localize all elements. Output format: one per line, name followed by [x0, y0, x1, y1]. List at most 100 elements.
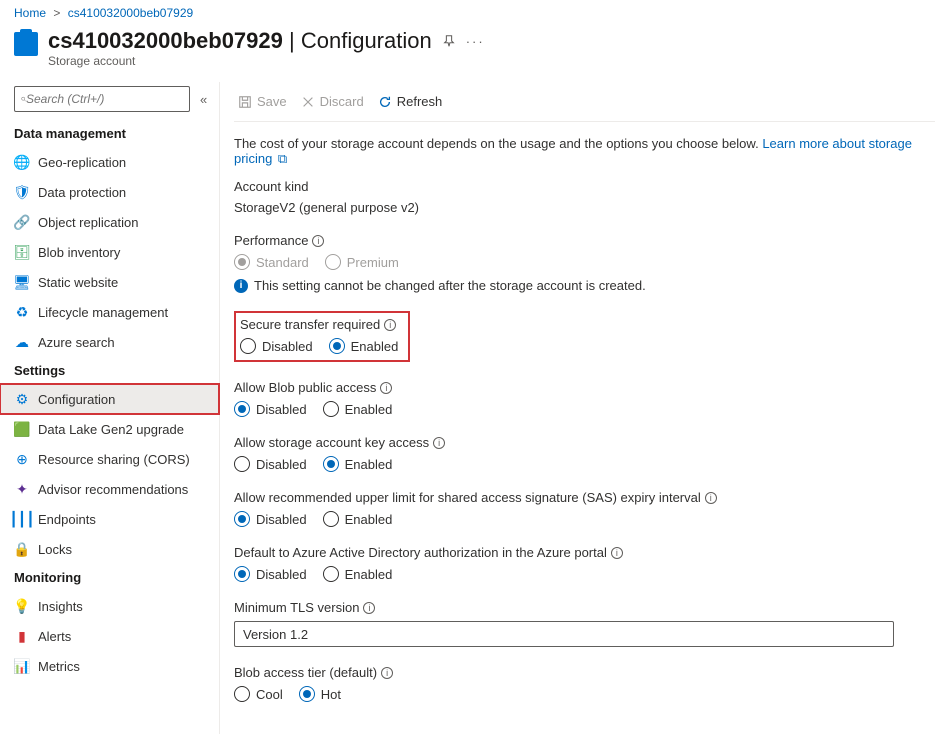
radio-performance-standard: Standard	[234, 254, 309, 270]
sidebar-item-label: Azure search	[38, 335, 115, 350]
radio-aad-enabled[interactable]: Enabled	[323, 566, 393, 582]
blob-public-access-label: Allow Blob public accessi	[234, 380, 925, 395]
save-icon	[238, 95, 252, 109]
sidebar-item-lifecycle-management[interactable]: ♻ Lifecycle management	[0, 297, 219, 327]
external-link-icon: ⧉	[278, 151, 287, 167]
sidebar-item-geo-replication[interactable]: 🌐Geo-replication	[0, 147, 219, 177]
alerts-icon: ▮	[14, 628, 30, 644]
sidebar-item-data-lake-gen2-upgrade[interactable]: 🟩 Data Lake Gen2 upgrade	[0, 414, 219, 444]
info-icon[interactable]: i	[384, 319, 396, 331]
radio-key-access-disabled[interactable]: Disabled	[234, 456, 307, 472]
discard-button[interactable]: Discard	[297, 94, 368, 109]
radio-blob-public-enabled[interactable]: Enabled	[323, 401, 393, 417]
shield-icon: 🛡	[14, 184, 30, 200]
radio-sas-enabled[interactable]: Enabled	[323, 511, 393, 527]
sidebar-item-alerts[interactable]: ▮ Alerts	[0, 621, 219, 651]
pin-icon[interactable]	[442, 34, 456, 51]
endpoints-icon: ┃┃┃	[14, 511, 30, 527]
replicate-icon: 🔗	[14, 214, 30, 230]
sidebar-item-configuration[interactable]: ⚙Configuration	[0, 384, 219, 414]
sidebar-item-endpoints[interactable]: ┃┃┃ Endpoints	[0, 504, 219, 534]
discard-icon	[301, 95, 315, 109]
info-badge-icon: i	[234, 279, 248, 293]
radio-tier-hot[interactable]: Hot	[299, 686, 341, 702]
sidebar-item-label: Alerts	[38, 629, 71, 644]
tls-version-select[interactable]: Version 1.2	[234, 621, 894, 647]
sidebar-item-locks[interactable]: 🔒Locks	[0, 534, 219, 564]
sidebar-item-advisor-recommendations[interactable]: ✦ Advisor recommendations	[0, 474, 219, 504]
sidebar-item-static-website[interactable]: 🖥Static website	[0, 267, 219, 297]
sidebar-item-blob-inventory[interactable]: 🗄 Blob inventory	[0, 237, 219, 267]
more-icon[interactable]: ···	[466, 34, 485, 51]
info-icon[interactable]: i	[611, 547, 623, 559]
breadcrumb: Home > cs410032000beb07929	[0, 0, 935, 24]
toolbar: Save Discard Refresh	[234, 82, 935, 122]
sidebar-item-azure-search[interactable]: ☁ Azure search	[0, 327, 219, 357]
sidebar-item-label: Resource sharing (CORS)	[38, 452, 190, 467]
sidebar-item-label: Data protection	[38, 185, 126, 200]
sas-expiry-label: Allow recommended upper limit for shared…	[234, 490, 925, 505]
globe-icon: 🌐	[14, 154, 30, 170]
radio-tier-cool[interactable]: Cool	[234, 686, 283, 702]
sidebar-item-insights[interactable]: 💡 Insights	[0, 591, 219, 621]
secure-transfer-label: Secure transfer requiredi	[240, 317, 398, 332]
sidebar-group-title: Data management	[0, 120, 219, 147]
inventory-icon: 🗄	[14, 244, 30, 260]
radio-secure-transfer-disabled[interactable]: Disabled	[240, 338, 313, 354]
lock-icon: 🔒	[14, 541, 30, 557]
info-icon[interactable]: i	[705, 492, 717, 504]
radio-aad-disabled[interactable]: Disabled	[234, 566, 307, 582]
metrics-icon: 📊	[14, 658, 30, 674]
page-title: cs410032000beb07929 | Configuration	[48, 28, 432, 53]
insights-icon: 💡	[14, 598, 30, 614]
cloud-icon: ☁	[14, 334, 30, 350]
radio-secure-transfer-enabled[interactable]: Enabled	[329, 338, 399, 354]
sidebar-item-object-replication[interactable]: 🔗 Object replication	[0, 207, 219, 237]
radio-performance-premium: Premium	[325, 254, 399, 270]
secure-transfer-highlight: Secure transfer requiredi Disabled Enabl…	[234, 311, 410, 362]
sidebar-group-title: Settings	[0, 357, 219, 384]
info-icon[interactable]: i	[363, 602, 375, 614]
sidebar-item-label: Lifecycle management	[38, 305, 168, 320]
performance-note: iThis setting cannot be changed after th…	[234, 278, 925, 293]
info-icon[interactable]: i	[433, 437, 445, 449]
sidebar-item-metrics[interactable]: 📊 Metrics	[0, 651, 219, 681]
key-access-label: Allow storage account key accessi	[234, 435, 925, 450]
radio-blob-public-disabled[interactable]: Disabled	[234, 401, 307, 417]
sidebar-group-title: Monitoring	[0, 564, 219, 591]
sidebar-item-data-protection[interactable]: 🛡 Data protection	[0, 177, 219, 207]
performance-label: Performancei	[234, 233, 925, 248]
resource-type-label: Storage account	[48, 54, 432, 68]
sidebar-item-label: Endpoints	[38, 512, 96, 527]
refresh-button[interactable]: Refresh	[374, 94, 447, 109]
cors-icon: ⊕	[14, 451, 30, 467]
search-input[interactable]	[26, 92, 183, 106]
advisor-icon: ✦	[14, 481, 30, 497]
breadcrumb-resource[interactable]: cs410032000beb07929	[68, 6, 193, 20]
sidebar-item-label: Advisor recommendations	[38, 482, 188, 497]
sidebar-item-label: Insights	[38, 599, 83, 614]
lake-icon: 🟩	[14, 421, 30, 437]
sidebar-item-label: Blob inventory	[38, 245, 120, 260]
sidebar-item-label: Metrics	[38, 659, 80, 674]
sidebar: « Data management🌐Geo-replication 🛡 Data p…	[0, 82, 220, 734]
info-icon[interactable]: i	[380, 382, 392, 394]
radio-key-access-enabled[interactable]: Enabled	[323, 456, 393, 472]
breadcrumb-home[interactable]: Home	[14, 6, 46, 20]
sidebar-item-resource-sharing-cors-[interactable]: ⊕ Resource sharing (CORS)	[0, 444, 219, 474]
info-icon[interactable]: i	[381, 667, 393, 679]
collapse-sidebar-icon[interactable]: «	[200, 92, 207, 107]
info-icon[interactable]: i	[312, 235, 324, 247]
aad-auth-label: Default to Azure Active Directory author…	[234, 545, 925, 560]
tls-version-label: Minimum TLS versioni	[234, 600, 925, 615]
sidebar-search[interactable]	[14, 86, 190, 112]
gear-icon: ⚙	[14, 391, 30, 407]
blob-tier-label: Blob access tier (default)i	[234, 665, 925, 680]
sidebar-item-label: Object replication	[38, 215, 138, 230]
intro-text: The cost of your storage account depends…	[234, 136, 925, 167]
radio-sas-disabled[interactable]: Disabled	[234, 511, 307, 527]
lifecycle-icon: ♻	[14, 304, 30, 320]
sidebar-item-label: Data Lake Gen2 upgrade	[38, 422, 184, 437]
sidebar-item-label: Static website	[38, 275, 118, 290]
save-button[interactable]: Save	[234, 94, 291, 109]
